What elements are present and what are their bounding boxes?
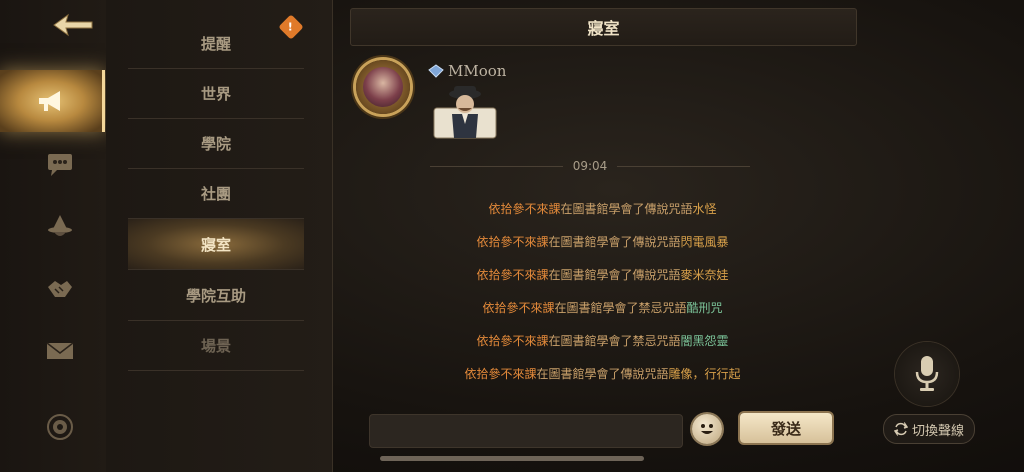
player-name[interactable]: 依拾參不來課: [488, 202, 560, 216]
divider-line: [617, 165, 750, 167]
back-button[interactable]: [50, 10, 96, 40]
channel-label: 世界: [200, 84, 231, 103]
system-message-body: 在圖書館學會了傳說咒語: [536, 367, 669, 381]
system-message-body: 在圖書館學會了禁忌咒語: [554, 301, 687, 315]
smiley-icon: [701, 424, 713, 434]
switch-voice-button[interactable]: 切換聲線: [883, 414, 975, 444]
rail-item-mail[interactable]: [18, 322, 102, 380]
divider-line: [430, 165, 563, 167]
blue-gem-icon: [428, 64, 444, 78]
system-message: 依拾參不來課在圖書館學會了傳說咒語雕像，行行起: [350, 365, 855, 382]
spell-name: 酷刑咒: [686, 301, 723, 315]
system-message-body: 在圖書館學會了禁忌咒語: [548, 334, 681, 348]
system-message: 依拾參不來課在圖書館學會了禁忌咒語酷刑咒: [350, 299, 855, 316]
channel-dorm[interactable]: 寢室: [128, 219, 304, 270]
channel-label: 學院: [200, 134, 231, 153]
player-name[interactable]: 依拾參不來課: [476, 268, 548, 282]
channel-label: 寢室: [200, 235, 231, 254]
rail-item-college[interactable]: [18, 198, 102, 256]
rail-item-settings[interactable]: [18, 398, 102, 456]
rail-item-chat[interactable]: [18, 136, 102, 194]
spell-name: 水怪: [692, 202, 717, 216]
spell-name: 闇黑怨靈: [680, 334, 729, 348]
channel-reminder[interactable]: 提醒: [128, 18, 304, 69]
swap-icon: [893, 422, 908, 436]
player-name[interactable]: 依拾參不來課: [482, 301, 554, 315]
player-name[interactable]: 依拾參不來課: [476, 235, 548, 249]
channel-label: 學院互助: [185, 286, 246, 305]
system-message-body: 在圖書館學會了傳說咒語: [548, 268, 681, 282]
channel-college-mutual-aid[interactable]: 學院互助: [128, 270, 304, 321]
rail-item-mutual-aid[interactable]: [18, 260, 102, 318]
system-message: 依拾參不來課在圖書館學會了傳說咒語閃電風暴: [350, 233, 855, 250]
channel-world[interactable]: 世界: [128, 68, 304, 119]
channel-college[interactable]: 學院: [128, 118, 304, 169]
channel-label: 社團: [200, 184, 231, 203]
system-message: 依拾參不來課在圖書館學會了傳說咒語麥米奈娃: [350, 266, 855, 283]
system-message: 依拾參不來課在圖書館學會了禁忌咒語闇黑怨靈: [350, 332, 855, 349]
nav-rail: [0, 0, 107, 472]
time-divider: 09:04: [430, 158, 750, 174]
avatar-portrait: [363, 67, 403, 107]
settings-gear-icon: [47, 414, 73, 440]
handshake-icon: [48, 281, 72, 297]
chat-title: 寢室: [587, 19, 620, 38]
message-time: 09:04: [572, 159, 608, 173]
spell-name: 麥米奈娃: [680, 268, 729, 282]
megaphone-icon: [39, 91, 60, 111]
detective-sticker: [432, 84, 498, 140]
player-name[interactable]: 依拾參不來課: [476, 334, 548, 348]
system-message-body: 在圖書館學會了傳說咒語: [560, 202, 693, 216]
system-message-body: 在圖書館學會了傳說咒語: [548, 235, 681, 249]
system-message: 依拾參不來課在圖書館學會了傳說咒語水怪: [350, 200, 855, 217]
envelope-icon: [46, 342, 74, 359]
channel-club[interactable]: 社團: [128, 168, 304, 219]
player-name[interactable]: 依拾參不來課: [464, 367, 536, 381]
microphone-icon: [915, 356, 939, 391]
chat-bubble-icon: [48, 154, 72, 176]
send-label: 發送: [770, 419, 801, 438]
message-username[interactable]: MMoon: [448, 62, 506, 80]
emoji-button[interactable]: [692, 414, 722, 444]
wizard-hat-icon: [48, 215, 72, 236]
spell-name: 閃電風暴: [680, 235, 729, 249]
back-arrow-icon: [53, 13, 93, 37]
spell-name: 雕像，行行起: [668, 367, 741, 381]
channel-scene[interactable]: 場景: [128, 320, 304, 371]
channel-label: 提醒: [200, 34, 231, 53]
send-button[interactable]: 發送: [740, 413, 832, 443]
avatar[interactable]: [356, 60, 410, 114]
chat-input[interactable]: [369, 414, 683, 448]
voice-button[interactable]: [895, 342, 959, 406]
channel-label: 場景: [200, 336, 231, 355]
badge-text: !: [288, 20, 294, 34]
channel-list: 提醒 世界 學院 社團 寢室 學院互助 場景: [106, 0, 333, 472]
switch-voice-label: 切換聲線: [911, 423, 964, 439]
scroll-indicator[interactable]: [380, 456, 644, 461]
rail-item-announcements[interactable]: [0, 70, 105, 132]
chat-title-bar: 寢室: [350, 8, 857, 46]
